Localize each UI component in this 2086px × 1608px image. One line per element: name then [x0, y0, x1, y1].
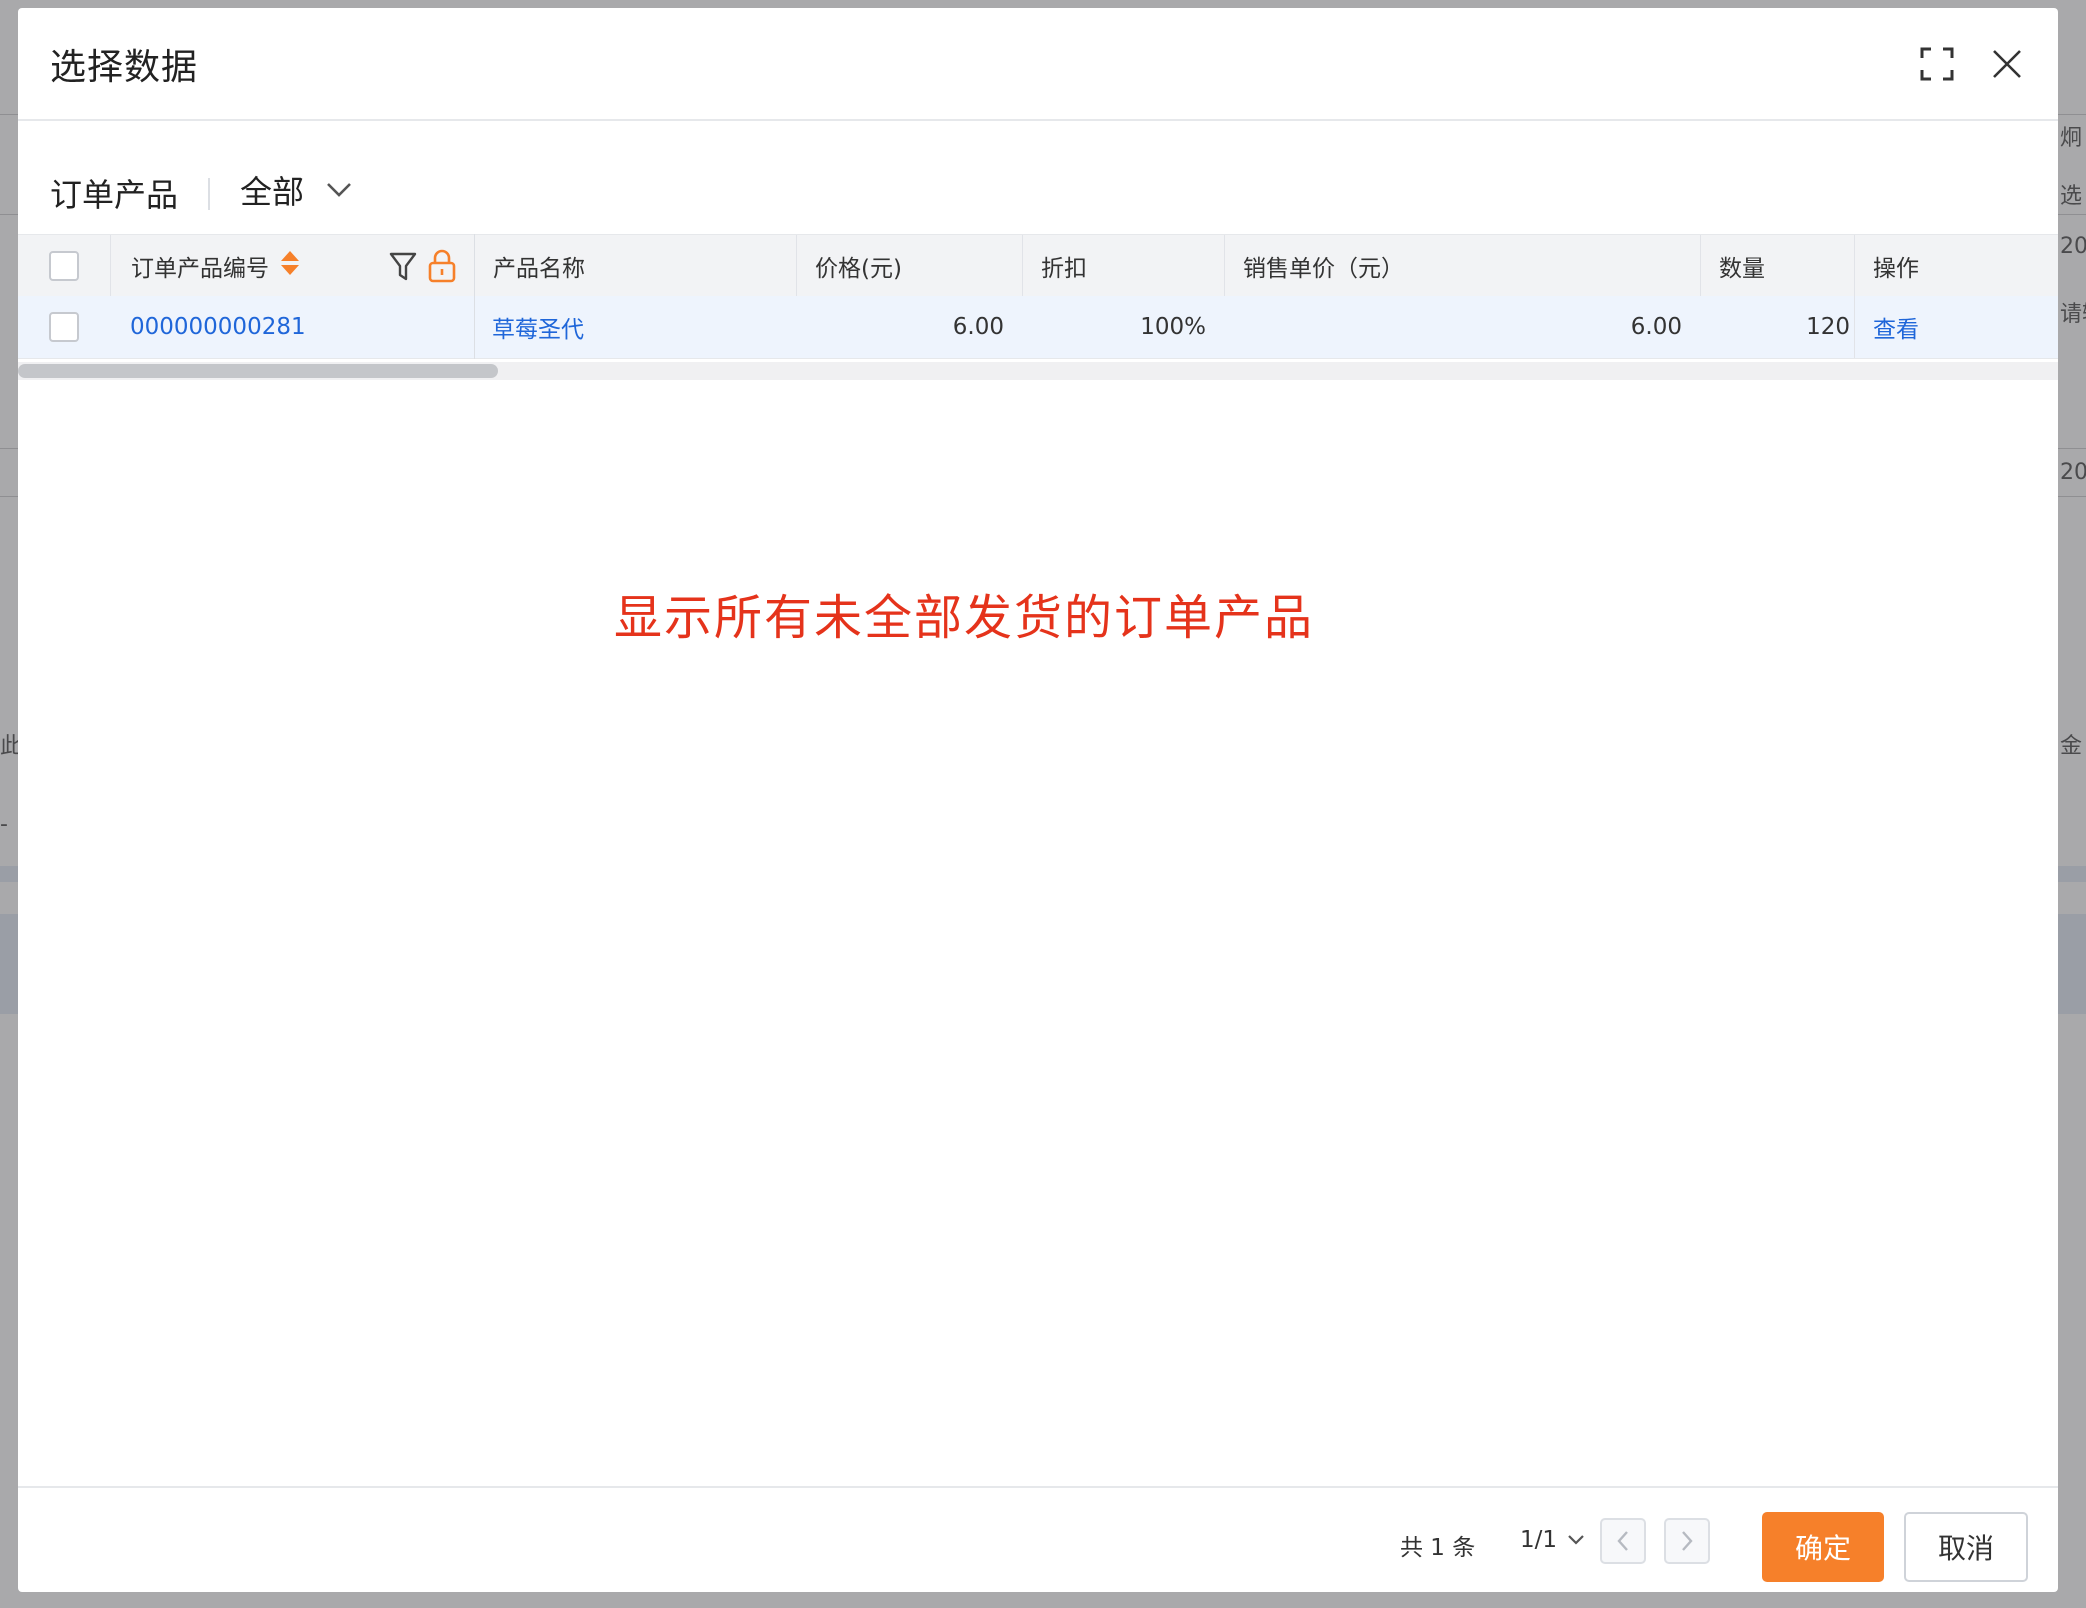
chevron-right-icon — [1682, 1531, 1693, 1551]
cell-name: 草莓圣代 — [474, 296, 796, 358]
chevron-down-icon — [1568, 1535, 1584, 1545]
cell-action: 查看 — [1854, 296, 2058, 358]
scrollbar-thumb[interactable] — [18, 364, 498, 378]
horizontal-scrollbar[interactable] — [18, 362, 2058, 380]
background-text: 20.0 — [2060, 234, 2086, 259]
view-dropdown-value: 全部 — [240, 173, 305, 211]
background-text: 炯 — [2060, 126, 2083, 151]
view-dropdown[interactable]: 全部 — [240, 168, 352, 212]
annotation-text: 显示所有未全部发货的订单产品 — [614, 590, 1315, 646]
background-text: 200 — [2060, 460, 2086, 485]
cell-price: 6.00 — [952, 314, 1004, 340]
view-link[interactable]: 查看 — [1873, 310, 1919, 344]
fullscreen-icon — [1920, 47, 1954, 81]
chevron-down-icon — [327, 183, 351, 197]
cell-code: 000000000281 — [110, 296, 474, 358]
fullscreen-button[interactable] — [1914, 41, 1960, 87]
filter-divider — [208, 178, 210, 210]
select-data-dialog: 选择数据 订单产品 全部 订单产品编号 产品名称 价格(元) 折扣 销售单价（元… — [18, 8, 2058, 1592]
object-label: 订单产品 — [50, 176, 179, 214]
table-row[interactable]: 000000000281 草莓圣代 6.00 100% 6.00 120 查看 — [18, 296, 2058, 359]
dialog-footer: 共 1 条 1/1 确定 取消 — [18, 1486, 2058, 1592]
next-page-button[interactable] — [1664, 1518, 1710, 1564]
select-all-checkbox[interactable] — [49, 250, 79, 281]
close-button[interactable] — [1984, 41, 2030, 87]
background-text: 请输 — [2060, 302, 2086, 327]
total-count: 共 1 条 — [1400, 1535, 1476, 1561]
background-text: 选 — [2060, 184, 2083, 209]
page-indicator: 1/1 — [1520, 1527, 1558, 1553]
row-checkbox-cell — [18, 296, 110, 358]
table-header: 订单产品编号 产品名称 价格(元) 折扣 销售单价（元） 数量 操作 — [18, 234, 2058, 296]
column-header-discount: 折扣 — [1022, 235, 1224, 296]
close-icon — [1993, 50, 2021, 78]
background-text: 金 — [2060, 734, 2083, 759]
product-name-link[interactable]: 草莓圣代 — [492, 310, 584, 344]
filter-bar: 订单产品 全部 — [18, 148, 2058, 228]
lock-icon[interactable] — [427, 249, 457, 289]
column-header-label: 订单产品编号 — [131, 255, 269, 282]
prev-page-button[interactable] — [1600, 1518, 1646, 1564]
cell-discount: 100% — [1140, 314, 1206, 340]
column-header-action: 操作 — [1854, 235, 2058, 296]
column-header-unit-price: 销售单价（元） — [1224, 235, 1700, 296]
column-header-price: 价格(元) — [796, 235, 1022, 296]
dialog-title: 选择数据 — [50, 47, 199, 88]
confirm-button[interactable]: 确定 — [1762, 1512, 1884, 1582]
chevron-left-icon — [1617, 1531, 1628, 1551]
page-dropdown[interactable]: 1/1 — [1520, 1524, 1585, 1556]
column-header-quantity: 数量 — [1700, 235, 1854, 296]
column-header-name: 产品名称 — [474, 235, 796, 296]
header-checkbox-cell — [18, 235, 110, 296]
filter-icon[interactable] — [389, 251, 417, 289]
cancel-button[interactable]: 取消 — [1904, 1512, 2028, 1582]
product-code-link[interactable]: 000000000281 — [130, 314, 306, 340]
row-checkbox[interactable] — [49, 312, 79, 342]
fixed-column-divider — [474, 234, 475, 359]
column-header-code[interactable]: 订单产品编号 — [110, 235, 474, 296]
cell-unit-price: 6.00 — [1630, 314, 1682, 340]
sort-icon[interactable] — [279, 249, 301, 283]
dialog-header: 选择数据 — [18, 8, 2058, 121]
background-text: - — [0, 812, 8, 837]
cell-quantity: 120 — [1806, 314, 1850, 340]
